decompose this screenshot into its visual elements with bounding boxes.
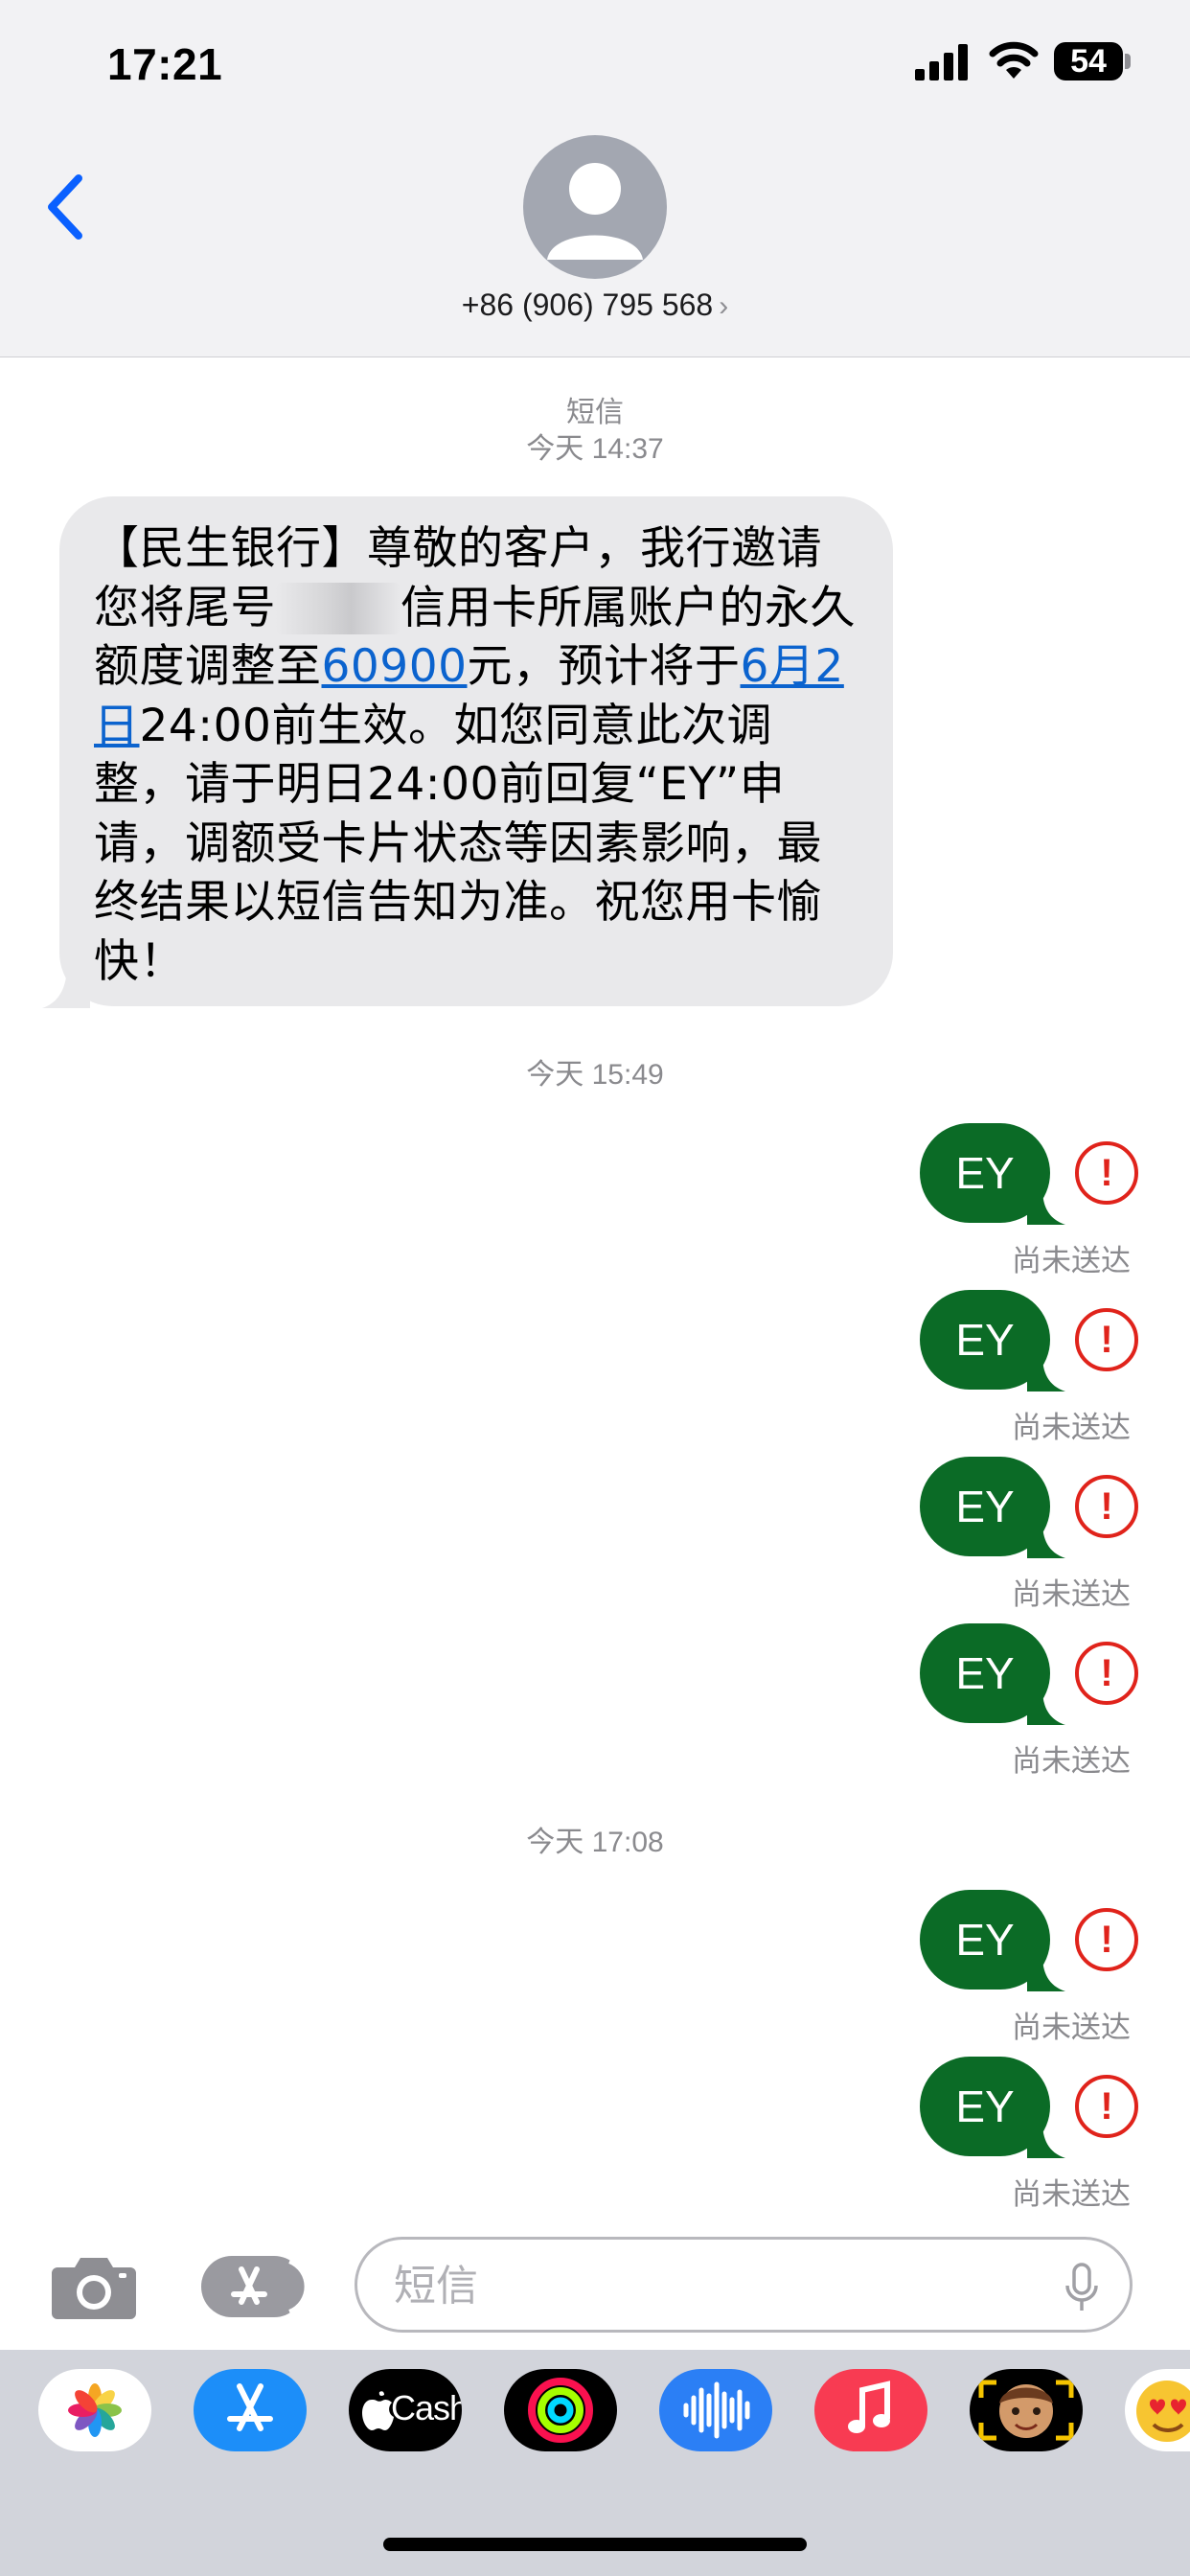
not-delivered-icon[interactable]: ! bbox=[1075, 1308, 1138, 1371]
camera-icon[interactable] bbox=[50, 2252, 138, 2321]
app-store-glyph bbox=[227, 2383, 273, 2431]
not-delivered-label: 尚未送达 bbox=[1012, 1577, 1131, 1612]
outgoing-message-bubble[interactable]: EY bbox=[920, 1123, 1065, 1225]
timestamp: 今天 14:37 bbox=[526, 433, 664, 465]
bubble-tail bbox=[1027, 1955, 1065, 1991]
timestamp: 今天 15:49 bbox=[526, 1059, 664, 1091]
home-indicator[interactable] bbox=[383, 2538, 807, 2551]
outgoing-message-text: EY bbox=[955, 1648, 1015, 1698]
cash-app-icon[interactable]: Cash bbox=[349, 2369, 462, 2451]
conversation-header: 17:21 54 +86 (906) 795 568 › bbox=[0, 0, 1190, 357]
outgoing-message-bubble[interactable]: EY bbox=[920, 1290, 1065, 1392]
outgoing-message-bubble[interactable]: EY bbox=[920, 2057, 1065, 2158]
not-delivered-label: 尚未送达 bbox=[1012, 1744, 1131, 1779]
photos-flower-icon bbox=[68, 2383, 122, 2437]
not-delivered-icon[interactable]: ! bbox=[1075, 1141, 1138, 1205]
amount-link[interactable]: 60900 bbox=[322, 640, 468, 693]
music-app-icon[interactable] bbox=[814, 2369, 927, 2451]
contact-chevron: › bbox=[719, 290, 729, 322]
incoming-message-bubble[interactable]: 【民生银行】尊敬的客户，我行邀请您将尾号 信用卡所属账户的永久额度调整至60900… bbox=[42, 496, 893, 1008]
not-delivered-icon[interactable]: ! bbox=[1075, 1642, 1138, 1705]
not-delivered-icon[interactable]: ! bbox=[1075, 1908, 1138, 1971]
microphone-icon[interactable] bbox=[1063, 2263, 1101, 2314]
memoji-app-icon[interactable] bbox=[970, 2369, 1083, 2451]
not-delivered-label: 尚未送达 bbox=[1012, 2177, 1131, 2212]
wifi-icon bbox=[989, 41, 1039, 79]
bubble-tail bbox=[1027, 1522, 1065, 1558]
app-store-button[interactable] bbox=[201, 2256, 309, 2317]
music-note-icon bbox=[848, 2380, 890, 2433]
outgoing-message-text: EY bbox=[955, 1315, 1015, 1365]
memoji-face-icon bbox=[978, 2380, 1074, 2441]
outgoing-message-bubble[interactable]: EY bbox=[920, 1457, 1065, 1558]
outgoing-message-bubble[interactable]: EY bbox=[920, 1890, 1065, 1991]
bubble-tail bbox=[1027, 1188, 1065, 1225]
contact-avatar[interactable] bbox=[523, 135, 667, 279]
contact-name[interactable]: +86 (906) 795 568 › bbox=[0, 288, 1190, 323]
cellular-signal-icon bbox=[915, 44, 968, 80]
outgoing-message-text: EY bbox=[955, 1482, 1015, 1531]
not-delivered-label: 尚未送达 bbox=[1012, 2011, 1131, 2045]
timestamp: 今天 17:08 bbox=[526, 1827, 664, 1858]
audio-message-app-icon[interactable] bbox=[659, 2369, 772, 2451]
photos-app-icon[interactable] bbox=[38, 2369, 151, 2451]
not-delivered-label: 尚未送达 bbox=[1012, 1411, 1131, 1445]
message-input[interactable] bbox=[392, 2253, 1009, 2318]
contact-number: +86 (906) 795 568 bbox=[461, 288, 714, 322]
activity-app-icon[interactable] bbox=[504, 2369, 617, 2451]
outgoing-message-bubble[interactable]: EY bbox=[920, 1623, 1065, 1725]
redaction-mask bbox=[276, 582, 400, 634]
bubble-tail bbox=[1027, 1355, 1065, 1392]
service-label: 短信 bbox=[566, 397, 624, 428]
app-store-app-icon[interactable] bbox=[194, 2369, 307, 2451]
person-icon bbox=[547, 163, 643, 260]
outgoing-message-text: EY bbox=[955, 1915, 1015, 1965]
waveform-icon bbox=[683, 2381, 750, 2439]
outgoing-message-text: EY bbox=[955, 2082, 1015, 2131]
incoming-message-text: 【民生银行】尊敬的客户，我行邀请您将尾号 信用卡所属账户的永久额度调整至60900… bbox=[94, 519, 858, 991]
status-time: 17:21 bbox=[107, 39, 223, 89]
not-delivered-icon[interactable]: ! bbox=[1075, 1475, 1138, 1538]
back-chevron-icon[interactable] bbox=[38, 169, 96, 245]
message-segment: 元，预计将于 bbox=[467, 640, 741, 693]
bubble-tail bbox=[42, 964, 90, 1008]
message-segment: 24:00前生效。如您同意此次调整，请于明日24:00前回复“EY”申请，调额受… bbox=[94, 699, 822, 988]
bubble-tail bbox=[1027, 2122, 1065, 2158]
activity-rings-icon bbox=[528, 2378, 593, 2443]
bubble-tail bbox=[1027, 1689, 1065, 1725]
not-delivered-label: 尚未送达 bbox=[1012, 1244, 1131, 1278]
not-delivered-icon[interactable]: ! bbox=[1075, 2075, 1138, 2138]
outgoing-message-text: EY bbox=[955, 1148, 1015, 1198]
message-input-field[interactable] bbox=[355, 2237, 1133, 2333]
cash-app-label: Cash bbox=[391, 2388, 462, 2427]
battery-indicator: 54 bbox=[1054, 42, 1131, 80]
app-store-icon bbox=[231, 2260, 309, 2313]
